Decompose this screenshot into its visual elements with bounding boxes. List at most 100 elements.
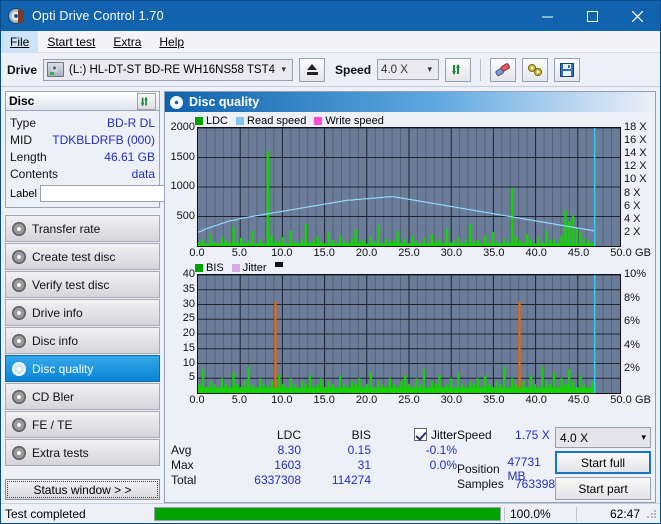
- y-tick: 500: [176, 209, 195, 222]
- sidebar-item-fe-te[interactable]: FE / TE: [5, 411, 160, 438]
- stats-avg-ldc: 8.30: [277, 442, 301, 457]
- chevron-down-icon: ▾: [427, 64, 433, 74]
- disc-quality-header: Disc quality: [165, 92, 655, 112]
- disc-icon: [12, 221, 26, 236]
- drive-select[interactable]: (L:) HL-DT-ST BD-RE WH16NS58 TST4 ▾: [43, 58, 294, 81]
- menu-bar: File Start test Extra Help: [1, 30, 660, 53]
- sidebar-item-create-test-disc[interactable]: Create test disc: [5, 243, 160, 270]
- charts-area: LDC Read speed Write speed 500 1000 1500 20…: [165, 112, 655, 423]
- stats-avg-bis: 0.15: [347, 442, 371, 457]
- main-body: Disc Type BD-R DL MID TDKBLDRFB (000) Le…: [1, 87, 660, 503]
- menu-start-test[interactable]: Start test: [38, 31, 104, 53]
- stats-avg-jitter: -0.1%: [425, 442, 457, 457]
- disc-label-key: Label: [10, 187, 37, 200]
- sidebar-item-label: FE / TE: [32, 417, 73, 432]
- disc-type-value: BD-R DL: [106, 115, 155, 130]
- speed-select-value: 4.0 X: [381, 63, 408, 76]
- sidebar-item-label: Drive info: [32, 305, 83, 320]
- menu-help[interactable]: Help: [150, 31, 193, 53]
- disc-icon: [12, 305, 26, 320]
- close-button[interactable]: [615, 1, 660, 31]
- sidebar-item-disc-quality[interactable]: Disc quality: [5, 355, 160, 382]
- menu-start-test-label: Start test: [47, 34, 96, 49]
- resize-grip-icon[interactable]: [646, 507, 658, 520]
- progress-percent: 100.0%: [504, 506, 576, 521]
- erase-button[interactable]: [490, 57, 517, 82]
- legend-label-ldc: LDC: [206, 114, 229, 127]
- start-part-button[interactable]: Start part: [555, 477, 651, 500]
- jitter-toggle[interactable]: Jitter: [371, 428, 457, 442]
- legend-swatch-bis: [195, 263, 203, 272]
- tools-button[interactable]: [522, 57, 549, 82]
- legend-label-jitter: Jitter: [242, 261, 267, 274]
- disc-icon: [12, 417, 26, 432]
- sidebar-item-drive-info[interactable]: Drive info: [5, 299, 160, 326]
- disc-label-row: Label: [10, 184, 241, 203]
- stats-area: LDC BIS Jitter Avg 8.30 0.15 -0.1% Max 1…: [165, 423, 655, 502]
- y-tick: 35: [182, 282, 195, 295]
- sidebar-item-label: Disc quality: [32, 361, 94, 376]
- stats-right: Speed 1.75 X Position 47731 MB Samples 7…: [457, 427, 653, 500]
- disc-contents-value: data: [131, 166, 155, 181]
- elapsed-time: 62:47: [576, 506, 646, 521]
- status-window-label: Status window > >: [33, 482, 132, 497]
- disc-mid-value: TDKBLDRFB (000): [52, 132, 155, 147]
- speed-select[interactable]: 4.0 X ▾: [377, 59, 440, 80]
- stats-position-label: Position: [457, 461, 500, 476]
- disc-quality-panel: Disc quality LDC Read speed Write speed …: [164, 91, 656, 503]
- legend-swatch-ldc: [195, 116, 203, 125]
- jitter-checkbox[interactable]: [413, 428, 427, 441]
- refresh-button[interactable]: [445, 57, 472, 82]
- sidebar-item-extra-tests[interactable]: Extra tests: [5, 439, 160, 466]
- ldc-plot-area: [197, 127, 621, 247]
- refresh-icon: [140, 96, 148, 106]
- eject-button[interactable]: [299, 57, 326, 82]
- maximize-button[interactable]: [570, 1, 615, 31]
- test-speed-select[interactable]: 4.0 X ▾: [555, 427, 651, 448]
- stats-max-jitter: 0.0%: [429, 457, 457, 472]
- save-button[interactable]: [554, 57, 581, 82]
- x-tick: 40.0: [525, 394, 547, 406]
- disc-refresh-button[interactable]: [137, 92, 156, 110]
- menu-extra[interactable]: Extra: [104, 31, 150, 53]
- menu-file-label: File: [10, 34, 30, 49]
- minimize-button[interactable]: [525, 1, 570, 31]
- y2-tick: 2%: [624, 362, 640, 375]
- y-tick: 5: [188, 371, 195, 384]
- x-axis-unit: GB: [635, 394, 651, 406]
- stats-max-ldc: 1603: [274, 457, 301, 472]
- disc-length-key: Length: [10, 149, 47, 164]
- legend-label-bis: BIS: [206, 261, 224, 274]
- ldc-plot-wrap: 500 1000 1500 2000 2 X4 X6 X8 X 10 X 12 X 14 X…: [167, 121, 653, 247]
- x-tick: 15.0: [313, 247, 335, 259]
- stats-header-ldc: LDC: [276, 427, 301, 442]
- legend-swatch-read-speed: [236, 116, 245, 125]
- stats-row-label: Avg: [171, 442, 192, 457]
- y2-tick: 8 X: [624, 186, 641, 199]
- bis-plot-wrap: 5 10 15 20 25 30 35 40 2% 4% 6% 8% 10%: [167, 268, 653, 394]
- sidebar-item-label: Create test disc: [32, 249, 116, 264]
- y2-tick: 2 X: [624, 225, 641, 238]
- x-tick: 30.0: [440, 394, 463, 406]
- sidebar-item-label: Transfer rate: [32, 221, 101, 236]
- start-full-button[interactable]: Start full: [555, 451, 651, 474]
- y2-tick: 14 X: [624, 147, 647, 160]
- stats-speed-value: 1.75 X: [515, 427, 550, 442]
- status-window-button[interactable]: Status window > >: [5, 479, 160, 500]
- sidebar-item-disc-info[interactable]: Disc info: [5, 327, 160, 354]
- sidebar-item-label: Verify test disc: [32, 277, 110, 292]
- x-tick: 10.0: [271, 247, 293, 259]
- x-tick: 40.0: [525, 247, 547, 259]
- drive-toolbar: Drive (L:) HL-DT-ST BD-RE WH16NS58 TST4 …: [1, 53, 660, 87]
- chevron-down-icon: ▾: [281, 64, 287, 74]
- stats-speed-row: Speed 1.75 X: [457, 427, 555, 442]
- left-panel: Disc Type BD-R DL MID TDKBLDRFB (000) Le…: [5, 91, 241, 503]
- sidebar-item-cd-bler[interactable]: CD Bler: [5, 383, 160, 410]
- sidebar-item-verify-test-disc[interactable]: Verify test disc: [5, 271, 160, 298]
- tools-icon: [528, 63, 543, 76]
- menu-file[interactable]: File: [1, 30, 39, 53]
- stats-row-label: Max: [171, 457, 194, 472]
- bis-x-axis: 0.0 5.0 10.0 15.0 20.0 25.0 30.0 35.0 40.0 45.0 50…: [189, 394, 651, 408]
- bis-plot-area: [197, 274, 621, 394]
- sidebar-item-transfer-rate[interactable]: Transfer rate: [5, 215, 160, 242]
